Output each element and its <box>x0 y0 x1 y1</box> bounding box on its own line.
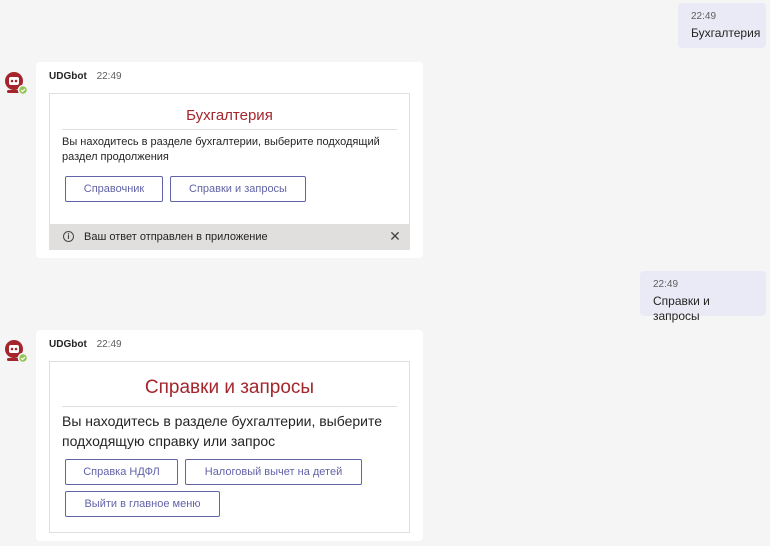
child-tax-deduction-button[interactable]: Налоговый вычет на детей <box>185 459 362 485</box>
bot-avatar[interactable] <box>4 339 28 363</box>
certificates-requests-button[interactable]: Справки и запросы <box>170 176 306 202</box>
card-divider <box>62 129 397 130</box>
sender-name: UDGbot <box>49 339 87 350</box>
bot-avatar[interactable] <box>4 71 28 95</box>
reference-button[interactable]: Справочник <box>65 176 163 202</box>
sender-name: UDGbot <box>49 71 87 82</box>
robot-avatar-icon <box>5 72 28 95</box>
main-menu-button[interactable]: Выйти в главное меню <box>65 491 220 517</box>
bot-message: UDGbot 22:49 Справки и запросы Вы находи… <box>36 330 423 541</box>
card-description-line: раздел продолжения <box>62 151 169 163</box>
card-description-line: Вы находитесь в разделе бухгалтерии, выб… <box>62 136 380 148</box>
card-title: Справки и запросы <box>144 377 315 398</box>
message-text: Бухгалтерия <box>691 26 761 40</box>
ndfl-certificate-button[interactable]: Справка НДФЛ <box>65 459 178 485</box>
response-sent-notice: i Ваш ответ отправлен в приложение ✕ <box>50 224 409 249</box>
presence-available-icon <box>17 352 28 363</box>
message-timestamp: 22:49 <box>691 11 717 22</box>
card-description: Вы находитесь в разделе бухгалтерии, выб… <box>62 135 380 165</box>
card-title: Бухгалтерия <box>186 107 273 124</box>
card-description: Вы находитесь в разделе бухгалтерии, выб… <box>62 411 382 451</box>
message-timestamp: 22:49 <box>653 279 679 290</box>
close-icon[interactable]: ✕ <box>389 228 401 244</box>
message-text: Справки и запросы <box>653 294 710 323</box>
message-header: UDGbot 22:49 <box>49 71 122 83</box>
presence-available-icon <box>17 84 28 95</box>
user-message: 22:49 Справки и запросы <box>640 271 766 323</box>
notice-text: Ваш ответ отправлен в приложение <box>84 231 268 243</box>
adaptive-card: Справки и запросы Вы находитесь в раздел… <box>49 361 410 533</box>
bot-message: UDGbot 22:49 Бухгалтерия Вы находитесь в… <box>36 62 423 258</box>
info-icon: i <box>63 231 74 242</box>
robot-avatar-icon <box>5 340 28 363</box>
card-description-line: Вы находитесь в разделе бухгалтерии, выб… <box>62 413 383 429</box>
adaptive-card: Бухгалтерия Вы находитесь в разделе бухг… <box>49 93 410 250</box>
message-header: UDGbot 22:49 <box>49 339 122 351</box>
message-timestamp: 22:49 <box>96 339 122 350</box>
message-timestamp: 22:49 <box>96 71 122 82</box>
card-description-line: подходящую справку или запрос <box>62 433 276 449</box>
user-message: 22:49 Бухгалтерия <box>678 3 766 48</box>
card-divider <box>62 406 397 407</box>
